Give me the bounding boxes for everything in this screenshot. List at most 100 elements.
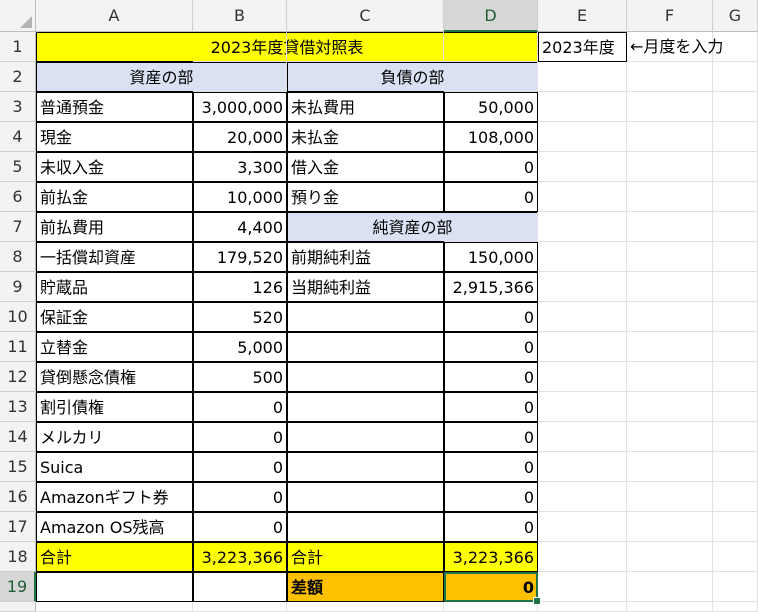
asset-value-cell[interactable]: 0 (193, 482, 287, 512)
liability-value-cell[interactable]: 50,000 (444, 92, 538, 122)
empty-cell[interactable] (627, 242, 713, 272)
asset-value-cell[interactable]: 0 (193, 452, 287, 482)
empty-cell[interactable] (713, 242, 758, 272)
net-asset-value-cell[interactable]: 0 (444, 392, 538, 422)
row-header-14[interactable]: 14 (0, 422, 36, 452)
row-header-16[interactable]: 16 (0, 482, 36, 512)
net-asset-value-cell[interactable]: 0 (444, 452, 538, 482)
row-header-3[interactable]: 3 (0, 92, 36, 122)
empty-cell[interactable] (538, 272, 627, 302)
row-header-12[interactable]: 12 (0, 362, 36, 392)
liability-name-cell[interactable]: 未払費用 (287, 92, 444, 122)
column-header-g[interactable]: G (713, 0, 758, 32)
asset-name-cell[interactable]: 現金 (36, 122, 193, 152)
empty-cell[interactable] (627, 452, 713, 482)
empty-cell[interactable] (538, 242, 627, 272)
column-header-d[interactable]: D (444, 0, 538, 32)
empty-cell[interactable] (627, 182, 713, 212)
asset-value-cell[interactable]: 179,520 (193, 242, 287, 272)
row-header-19[interactable]: 19 (0, 572, 36, 602)
net-asset-name-cell[interactable] (287, 512, 444, 542)
empty-cell[interactable] (713, 152, 758, 182)
empty-cell[interactable] (713, 542, 758, 572)
row-header-7[interactable]: 7 (0, 212, 36, 242)
liability-name-cell[interactable]: 借入金 (287, 152, 444, 182)
empty-cell[interactable] (627, 122, 713, 152)
row-header-10[interactable]: 10 (0, 302, 36, 332)
asset-value-cell[interactable]: 0 (193, 392, 287, 422)
net-asset-value-cell[interactable]: 0 (444, 302, 538, 332)
empty-cell[interactable] (627, 512, 713, 542)
net-asset-value-cell[interactable]: 150,000 (444, 242, 538, 272)
empty-cell[interactable] (627, 572, 713, 602)
empty-cell[interactable] (713, 272, 758, 302)
asset-name-cell[interactable]: 貯蔵品 (36, 272, 193, 302)
asset-name-cell[interactable]: 保証金 (36, 302, 193, 332)
row-header-5[interactable]: 5 (0, 152, 36, 182)
empty-cell[interactable] (538, 332, 627, 362)
net-asset-value-cell[interactable]: 0 (444, 332, 538, 362)
row-header-6[interactable]: 6 (0, 182, 36, 212)
asset-value-cell[interactable]: 20,000 (193, 122, 287, 152)
net-asset-value-cell[interactable]: 0 (444, 422, 538, 452)
total-right-value[interactable]: 3,223,366 (444, 542, 538, 572)
empty-cell[interactable] (713, 62, 758, 92)
empty-cell[interactable] (713, 302, 758, 332)
total-label-right[interactable]: 合計 (287, 542, 444, 572)
empty-cell[interactable] (713, 422, 758, 452)
liability-value-cell[interactable]: 0 (444, 182, 538, 212)
asset-name-cell[interactable]: Suica (36, 452, 193, 482)
empty-cell[interactable] (538, 602, 627, 612)
empty-cell[interactable] (627, 482, 713, 512)
row-header-17[interactable]: 17 (0, 512, 36, 542)
empty-cell[interactable] (538, 362, 627, 392)
empty-cell[interactable] (713, 182, 758, 212)
asset-name-cell[interactable]: 立替金 (36, 332, 193, 362)
empty-cell[interactable] (538, 182, 627, 212)
asset-name-cell[interactable]: 前払費用 (36, 212, 193, 242)
row-header-4[interactable]: 4 (0, 122, 36, 152)
asset-name-cell[interactable]: 普通預金 (36, 92, 193, 122)
select-all-corner[interactable] (0, 0, 36, 32)
empty-cell[interactable] (193, 32, 287, 62)
empty-cell[interactable] (713, 512, 758, 542)
year-note-cell[interactable]: ←月度を入力 (627, 32, 723, 62)
empty-cell[interactable] (713, 212, 758, 242)
asset-value-cell[interactable]: 10,000 (193, 182, 287, 212)
asset-value-cell[interactable]: 4,400 (193, 212, 287, 242)
empty-cell[interactable] (627, 362, 713, 392)
net-asset-name-cell[interactable] (287, 362, 444, 392)
row-header-1[interactable]: 1 (0, 32, 36, 62)
empty-cell[interactable] (627, 542, 713, 572)
empty-cell[interactable] (713, 362, 758, 392)
cell-b19[interactable] (193, 572, 287, 602)
empty-cell[interactable] (538, 512, 627, 542)
empty-cell[interactable] (193, 62, 287, 92)
asset-name-cell[interactable]: 割引債権 (36, 392, 193, 422)
cell-g1[interactable] (713, 32, 758, 62)
diff-label[interactable]: 差額 (287, 572, 444, 602)
asset-value-cell[interactable]: 0 (193, 512, 287, 542)
empty-cell[interactable] (627, 62, 713, 92)
empty-cell[interactable] (713, 92, 758, 122)
net-asset-name-cell[interactable] (287, 482, 444, 512)
empty-cell[interactable] (713, 122, 758, 152)
asset-name-cell[interactable]: 一括償却資産 (36, 242, 193, 272)
net-asset-value-cell[interactable]: 2,915,366 (444, 272, 538, 302)
row-header-13[interactable]: 13 (0, 392, 36, 422)
empty-cell[interactable] (713, 572, 758, 602)
empty-cell[interactable] (713, 332, 758, 362)
empty-cell[interactable] (538, 92, 627, 122)
empty-cell[interactable] (36, 602, 193, 612)
row-header-2[interactable]: 2 (0, 62, 36, 92)
empty-cell[interactable] (444, 62, 538, 92)
total-left-value[interactable]: 3,223,366 (193, 542, 287, 572)
asset-value-cell[interactable]: 126 (193, 272, 287, 302)
empty-cell[interactable] (538, 302, 627, 332)
liability-value-cell[interactable]: 0 (444, 152, 538, 182)
row-header-15[interactable]: 15 (0, 452, 36, 482)
net-asset-name-cell[interactable] (287, 392, 444, 422)
empty-cell[interactable] (627, 422, 713, 452)
empty-cell[interactable] (193, 602, 287, 612)
diff-value-active-cell[interactable]: 0 (444, 572, 541, 605)
